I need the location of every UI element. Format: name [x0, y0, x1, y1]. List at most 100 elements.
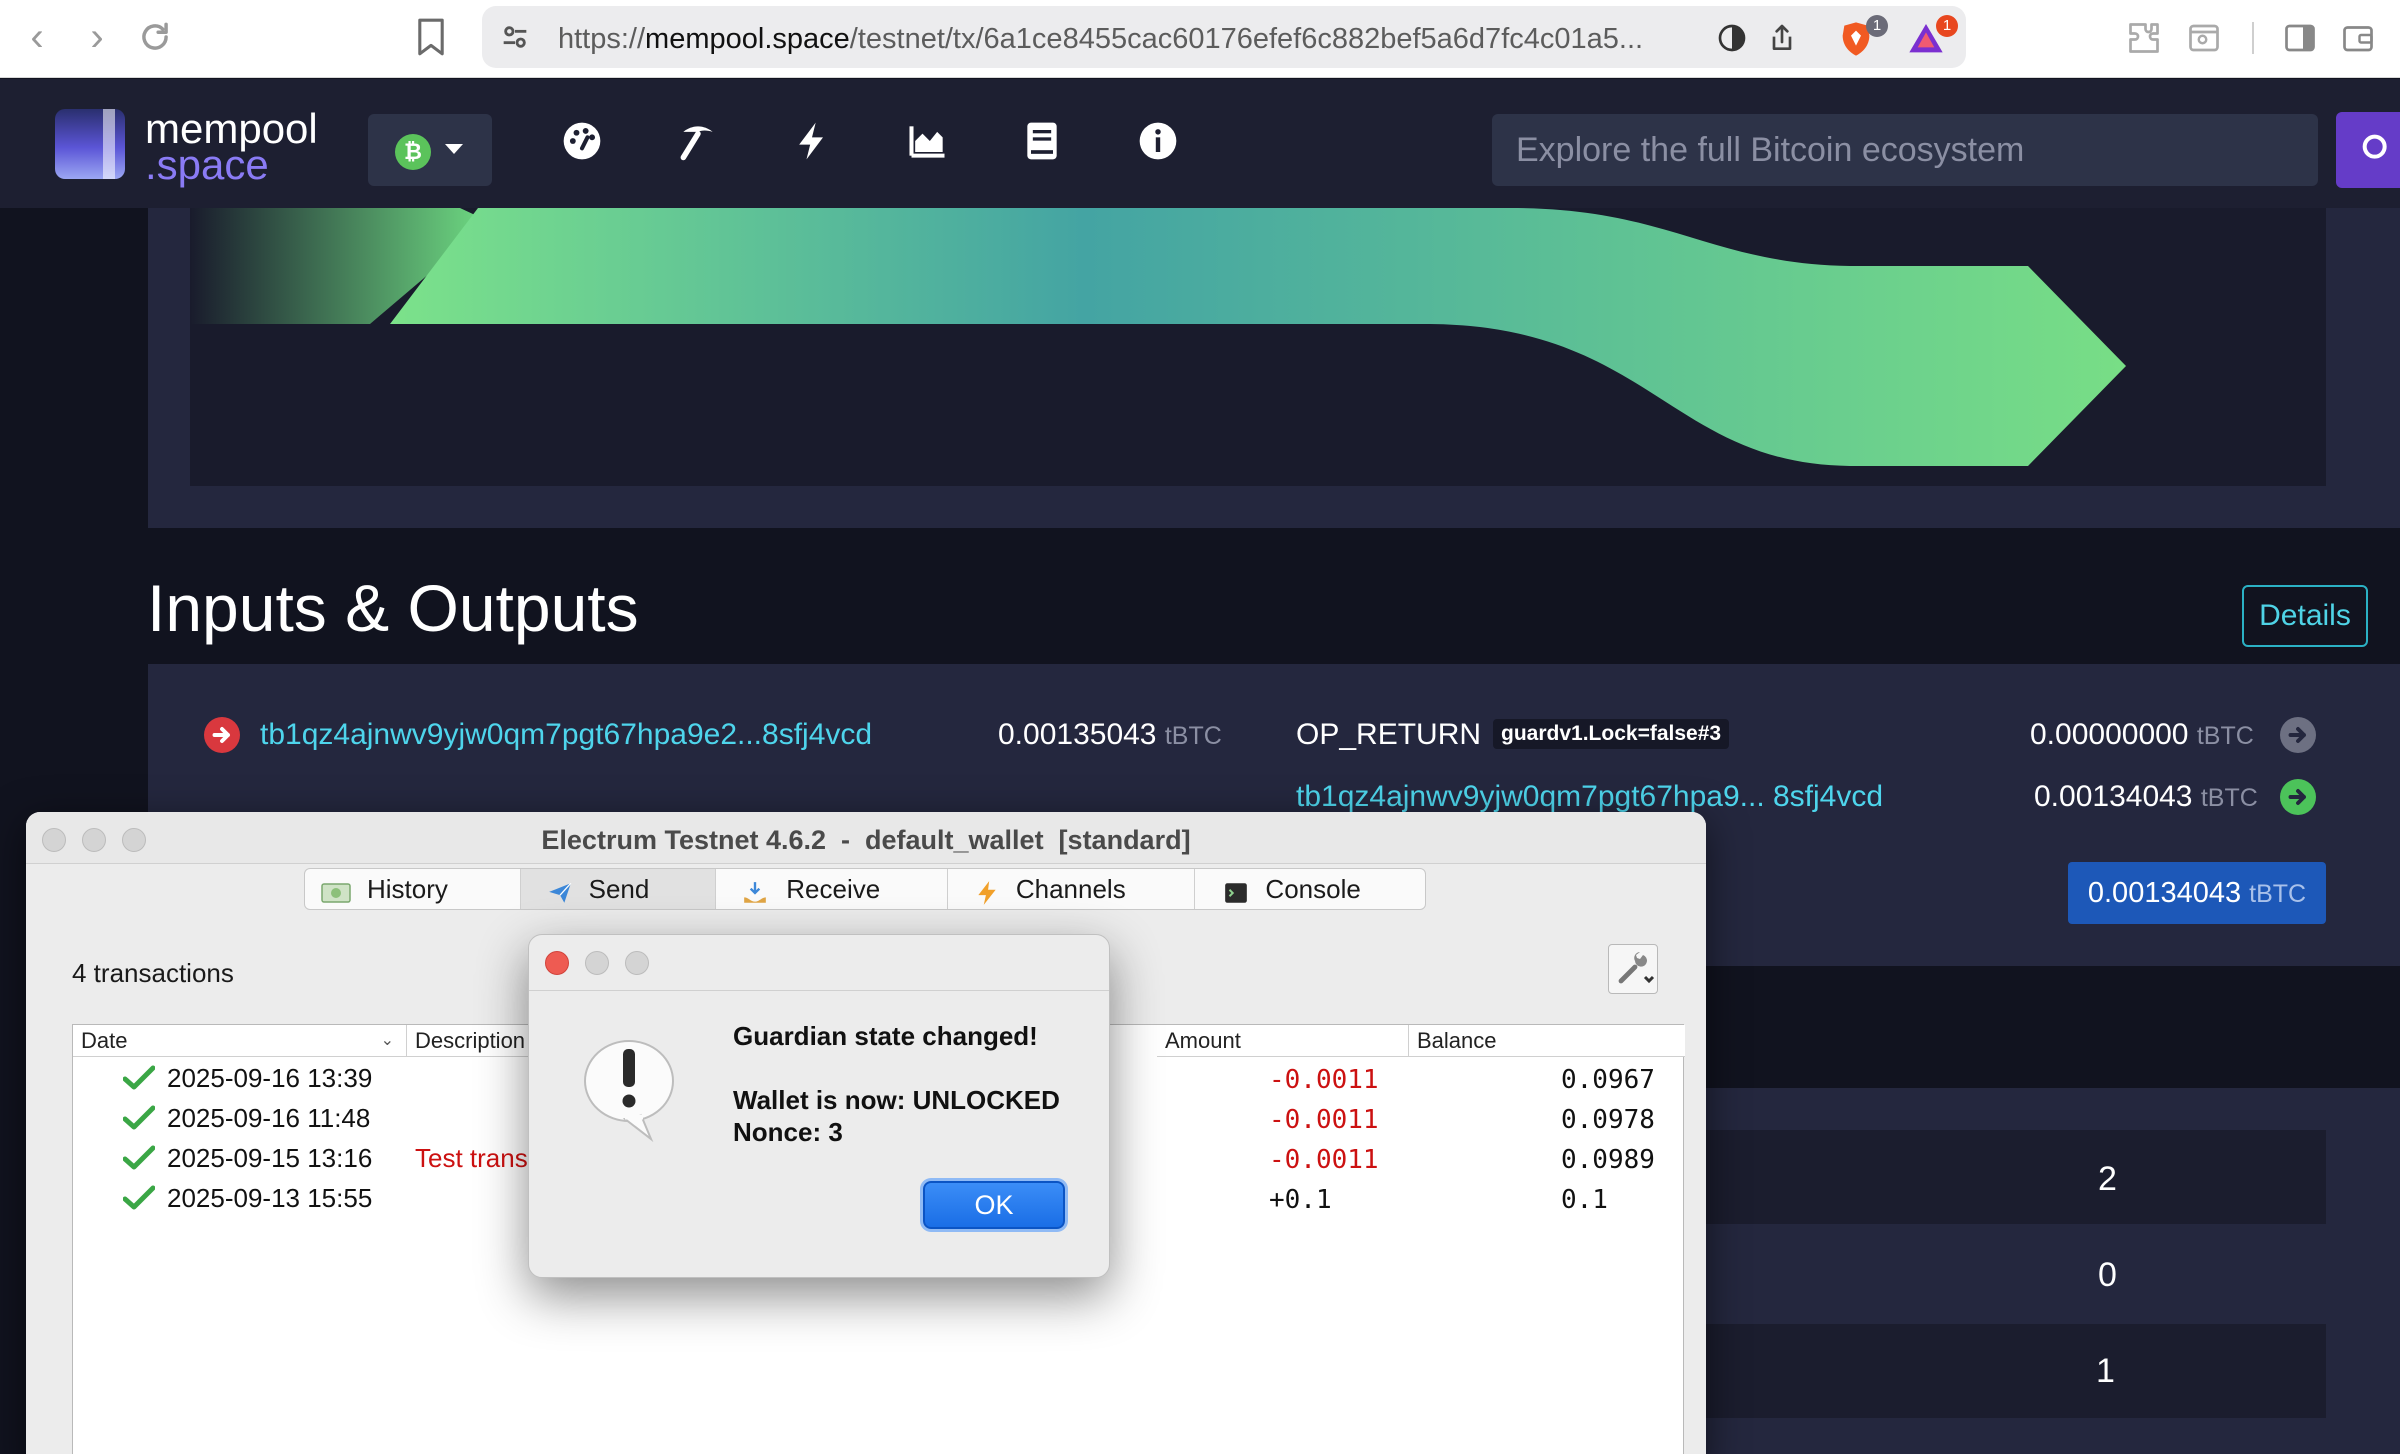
search-box[interactable] [1492, 114, 2318, 186]
toolbar-divider [2252, 22, 2254, 54]
section-title: Inputs & Outputs [147, 571, 639, 645]
search-button[interactable] [2336, 112, 2400, 188]
tools-button[interactable] [1608, 944, 1658, 994]
output-amount-unit: tBTC [2196, 722, 2254, 750]
brave-rewards-icon[interactable]: 1 [1906, 15, 1958, 59]
mining-icon[interactable] [676, 119, 720, 163]
about-icon[interactable] [1136, 119, 1180, 163]
sidebar-icon[interactable] [2282, 20, 2318, 56]
rewards-badge: 1 [1936, 15, 1958, 37]
tx-amount: -0.0011 [1269, 1065, 1379, 1095]
receive-icon [742, 877, 768, 903]
extensions-icon[interactable] [2126, 20, 2162, 56]
mempool-header: mempool .space ₿ [0, 79, 2400, 208]
input-address[interactable]: tb1qz4ajnwv9yjw0qm7pgt67hpa9e2...8sfj4vc… [260, 718, 872, 752]
input-amount: 0.00135043 tBTC [998, 718, 1222, 752]
tx-flow-diagram [190, 208, 2326, 486]
column-header-date[interactable]: Date ⌄ [73, 1025, 407, 1057]
sort-chevron-icon: ⌄ [380, 1032, 394, 1049]
site-settings-icon[interactable] [498, 20, 532, 54]
tab-send[interactable]: Send [520, 869, 717, 909]
channels-icon [974, 877, 1000, 905]
shields-badge: 1 [1866, 15, 1888, 37]
tab-channels[interactable]: Channels [948, 869, 1196, 909]
tab-receive[interactable]: Receive [716, 869, 948, 909]
output-amount-0: 0.00000000 tBTC [2030, 718, 2254, 752]
tx-balance: 0.1 [1561, 1185, 1608, 1215]
dialog-message-state: Wallet is now: UNLOCKED [733, 1085, 1060, 1115]
graphs-icon[interactable] [906, 119, 950, 163]
lightning-icon[interactable] [790, 119, 834, 163]
browser-toolbar: ‹ › https://mempool.space/testnet/tx/6a1… [0, 0, 2400, 78]
tab-label: Receive [786, 874, 881, 904]
input-amount-unit: tBTC [1164, 722, 1222, 750]
output-amount-value: 0.00000000 [2030, 718, 2189, 751]
output-amount-value: 0.00134043 [2034, 780, 2193, 813]
total-amount-badge: 0.00134043 tBTC [2068, 862, 2326, 924]
wrench-icon [1618, 952, 1655, 984]
input-amount-value: 0.00135043 [998, 718, 1157, 751]
output-address[interactable]: tb1qz4ajnwv9yjw0qm7pgt67hpa9... 8sfj4vcd [1296, 780, 1883, 814]
tx-date: 2025-09-15 13:16 [167, 1143, 373, 1173]
share-icon[interactable] [1766, 22, 1798, 54]
table-row [1700, 1130, 2326, 1224]
window-titlebar[interactable]: Electrum Testnet 4.6.2 - default_wallet … [26, 812, 1706, 864]
stat-value: 0 [2098, 1256, 2117, 1294]
confirmed-check-icon [123, 1065, 155, 1090]
logo-text-suffix[interactable]: .space [145, 141, 269, 189]
table-row [1700, 1324, 2326, 1418]
output-opreturn: OP_RETURN guardv1.Lock=false#3 [1296, 718, 1730, 752]
flow-output-band [390, 208, 2126, 466]
tx-date: 2025-09-16 13:39 [167, 1063, 373, 1093]
bitcoin-icon: ₿ [395, 134, 431, 170]
output-arrow-icon[interactable] [2280, 717, 2316, 753]
docs-icon[interactable] [1020, 119, 1064, 163]
search-input[interactable] [1492, 114, 2318, 186]
dialog-titlebar[interactable] [529, 935, 1109, 991]
tab-search-icon[interactable] [2186, 20, 2222, 56]
stat-value: 2 [2098, 1160, 2117, 1198]
tab-label: Console [1265, 874, 1361, 904]
details-button[interactable]: Details [2242, 585, 2368, 647]
tx-amount: +0.1 [1269, 1185, 1332, 1215]
url-scheme: https:// [558, 23, 646, 55]
zoom-button[interactable] [625, 951, 649, 975]
dashboard-icon[interactable] [560, 119, 604, 163]
column-label: Balance [1417, 1028, 1497, 1053]
network-selector[interactable]: ₿ [368, 114, 492, 186]
brave-shields-icon[interactable]: 1 [1836, 15, 1888, 59]
close-button[interactable] [545, 951, 569, 975]
minimize-button[interactable] [585, 951, 609, 975]
bookmark-icon[interactable] [414, 16, 448, 58]
forward-icon[interactable]: › [74, 14, 120, 60]
url-path: /testnet/tx/6a1ce8455cac60176efef6c882be… [849, 23, 1644, 55]
reader-mode-icon[interactable] [1716, 22, 1748, 54]
console-icon [1223, 877, 1249, 903]
total-amount-unit: tBTC [2249, 880, 2307, 908]
wallet-icon[interactable] [2340, 20, 2376, 56]
tab-history[interactable]: History [305, 869, 521, 909]
tab-bar: History Send Receive Channels Console [304, 868, 1426, 910]
column-header-balance[interactable]: Balance [1409, 1025, 1685, 1057]
address-bar[interactable]: https://mempool.space/testnet/tx/6a1ce84… [482, 6, 1966, 68]
table-row [1700, 1228, 2326, 1322]
back-icon[interactable]: ‹ [14, 14, 60, 60]
column-label: Date [81, 1028, 128, 1053]
tx-amount: -0.0011 [1269, 1105, 1379, 1135]
tab-console[interactable]: Console [1195, 869, 1425, 909]
column-header-amount[interactable]: Amount [1157, 1025, 1409, 1057]
mempool-logo-icon[interactable] [55, 109, 125, 179]
url-text[interactable]: https://mempool.space/testnet/tx/6a1ce84… [558, 23, 1643, 56]
tx-amount: -0.0011 [1269, 1145, 1379, 1175]
guardian-alert-dialog: Guardian state changed! Wallet is now: U… [528, 934, 1110, 1278]
tab-label: History [367, 874, 448, 904]
output-arrow-icon[interactable] [2280, 779, 2316, 815]
reload-icon[interactable] [132, 14, 178, 60]
history-icon [321, 877, 351, 903]
tx-balance: 0.0978 [1561, 1105, 1655, 1135]
opreturn-label: OP_RETURN [1296, 718, 1482, 751]
send-icon [547, 877, 573, 903]
ok-button[interactable]: OK [923, 1181, 1065, 1229]
dialog-heading: Guardian state changed! [733, 1021, 1038, 1051]
input-arrow-icon[interactable] [204, 717, 240, 753]
